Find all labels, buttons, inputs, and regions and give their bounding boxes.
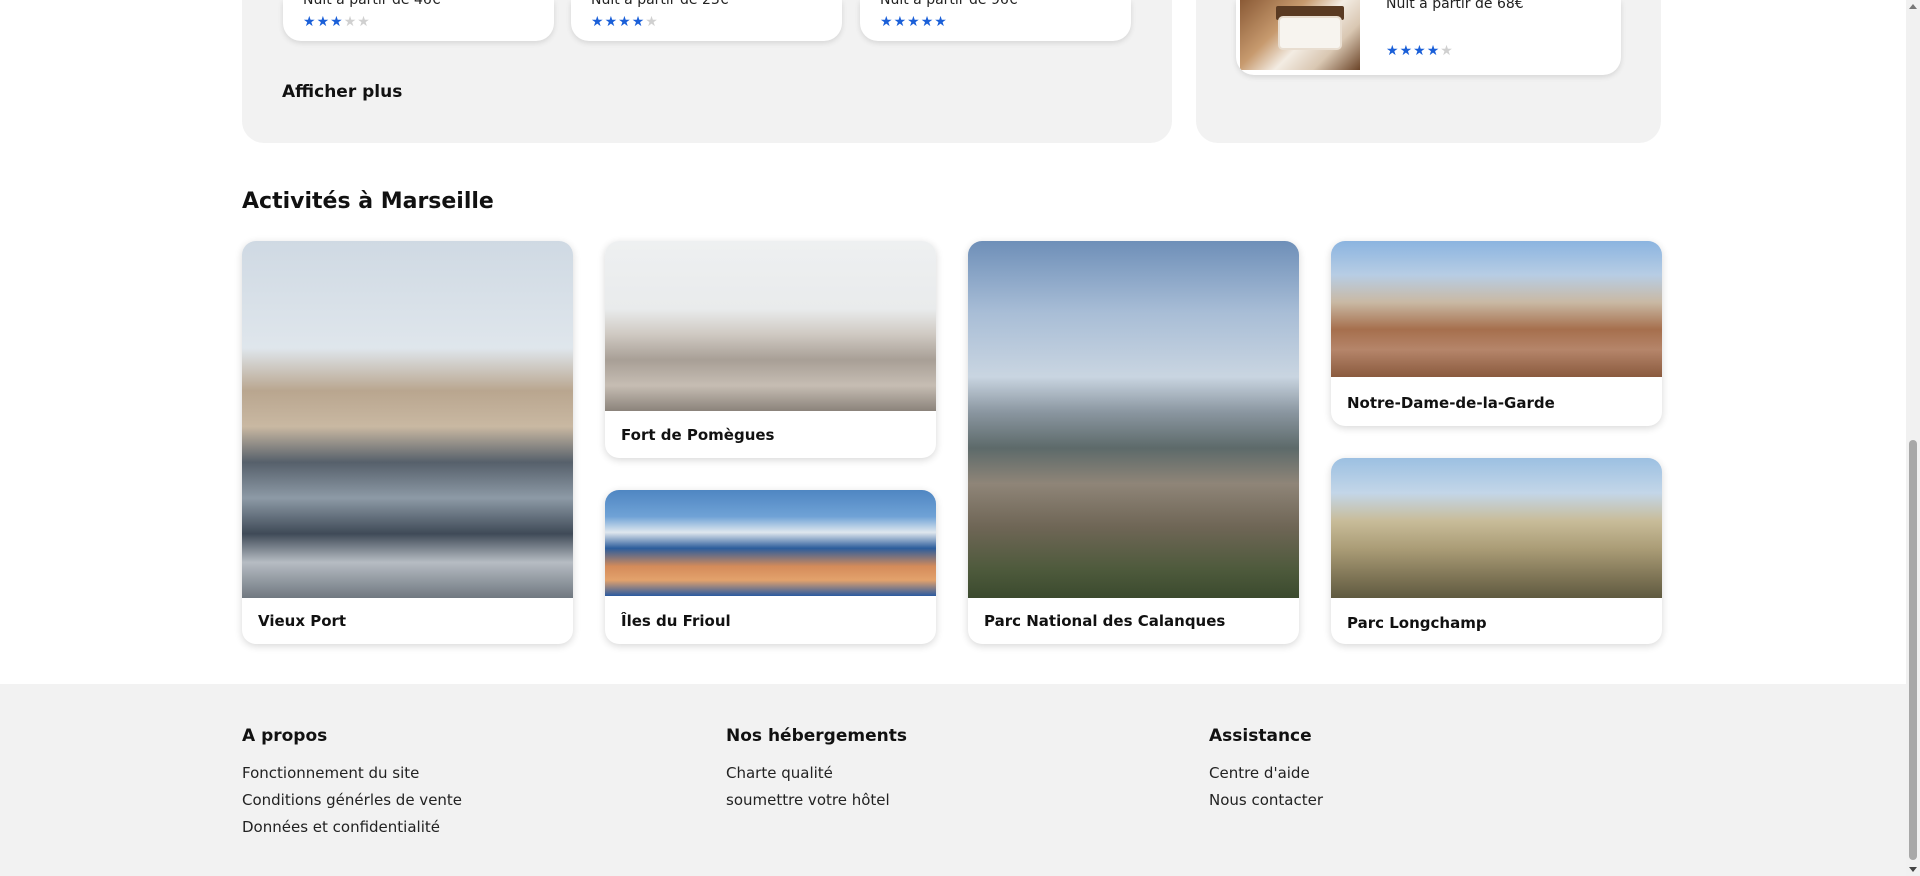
hotel-room-image [1240, 0, 1360, 70]
star-icon: ★ [1426, 43, 1441, 59]
show-more-button[interactable]: Afficher plus [282, 82, 402, 102]
activity-label: Notre-Dame-de-la-Garde [1347, 394, 1555, 412]
star-icon: ★ [604, 14, 619, 30]
activity-label: Vieux Port [258, 612, 347, 630]
star-icon: ★ [357, 14, 371, 30]
hotel-rating: ★★★★★ [880, 15, 948, 29]
star-icon: ★ [631, 14, 646, 30]
activity-card-vieux-port[interactable]: Vieux Port [242, 241, 573, 644]
activities-title: Activités à Marseille [242, 189, 494, 214]
star-icon: ★ [591, 14, 605, 30]
star-icon: ★ [316, 14, 331, 30]
site-footer: A propos Fonctionnement du site Conditio… [0, 684, 1906, 876]
featured-hotel-card[interactable]: Nuit à partir de 68€ ★★★★★ [1236, 0, 1621, 75]
footer-heading: Nos hébergements [726, 726, 907, 746]
activity-label: Îles du Frioul [621, 612, 731, 630]
footer-link[interactable]: Centre d'aide [1209, 760, 1323, 787]
footer-link[interactable]: Charte qualité [726, 760, 907, 787]
scroll-up-arrow-icon[interactable] [1906, 0, 1920, 14]
activity-image [605, 490, 936, 596]
hotel-price: Nuit à partir de 96€ [880, 0, 1018, 8]
scroll-down-arrow-icon[interactable] [1906, 862, 1920, 876]
activity-image [1331, 241, 1662, 377]
activity-label: Parc National des Calanques [984, 612, 1226, 630]
star-icon: ★ [343, 14, 358, 30]
activity-label: Parc Longchamp [1347, 614, 1487, 632]
activity-image [242, 241, 573, 598]
star-icon: ★ [1399, 43, 1414, 59]
hotel-price: Nuit à partir de 46€ [303, 0, 441, 8]
footer-heading: Assistance [1209, 726, 1312, 746]
hotel-price: Nuit à partir de 23€ [591, 0, 729, 8]
footer-column-help: Assistance Centre d'aide Nous contacter [1209, 726, 1323, 814]
star-icon: ★ [1386, 43, 1400, 59]
star-icon: ★ [934, 14, 948, 30]
star-icon: ★ [907, 14, 921, 30]
activity-card-fort-de-pomegues[interactable]: Fort de Pomègues [605, 241, 936, 458]
activity-image [1331, 458, 1662, 598]
hotel-rating: ★★★★★ [591, 15, 659, 29]
bed-shape [1280, 18, 1340, 48]
hotel-rating: ★★★★★ [1386, 44, 1454, 58]
footer-link[interactable]: Fonctionnement du site [242, 760, 462, 787]
footer-link[interactable]: Nous contacter [1209, 787, 1323, 814]
hotel-card[interactable]: Nuit à partir de 46€ ★★★★★ [283, 0, 554, 41]
footer-link[interactable]: Données et confidentialité [242, 814, 462, 841]
footer-link[interactable]: Conditions générles de vente [242, 787, 462, 814]
star-icon: ★ [893, 14, 908, 30]
activity-card-notre-dame-de-la-garde[interactable]: Notre-Dame-de-la-Garde [1331, 241, 1662, 426]
footer-column-about: A propos Fonctionnement du site Conditio… [242, 726, 462, 841]
activity-card-calanques[interactable]: Parc National des Calanques [968, 241, 1299, 644]
activity-card-iles-du-frioul[interactable]: Îles du Frioul [605, 490, 936, 644]
star-icon: ★ [1440, 43, 1454, 59]
hotel-card[interactable]: Nuit à partir de 96€ ★★★★★ [860, 0, 1131, 41]
activity-image [968, 241, 1299, 598]
star-icon: ★ [645, 14, 659, 30]
scrollbar-thumb[interactable] [1909, 440, 1917, 860]
activity-image [605, 241, 936, 411]
hotel-card[interactable]: Nuit à partir de 23€ ★★★★★ [571, 0, 842, 41]
hotel-price: Nuit à partir de 68€ [1386, 0, 1524, 12]
star-icon: ★ [1413, 43, 1427, 59]
star-icon: ★ [618, 14, 632, 30]
footer-heading: A propos [242, 726, 328, 746]
star-icon: ★ [880, 14, 894, 30]
footer-link[interactable]: soumettre votre hôtel [726, 787, 907, 814]
star-icon: ★ [330, 14, 344, 30]
star-icon: ★ [303, 14, 317, 30]
activity-card-parc-longchamp[interactable]: Parc Longchamp [1331, 458, 1662, 644]
hotel-rating: ★★★★★ [303, 15, 371, 29]
footer-column-accommodations: Nos hébergements Charte qualité soumettr… [726, 726, 907, 814]
vertical-scrollbar[interactable] [1906, 0, 1920, 876]
star-icon: ★ [920, 14, 935, 30]
activity-label: Fort de Pomègues [621, 426, 775, 444]
